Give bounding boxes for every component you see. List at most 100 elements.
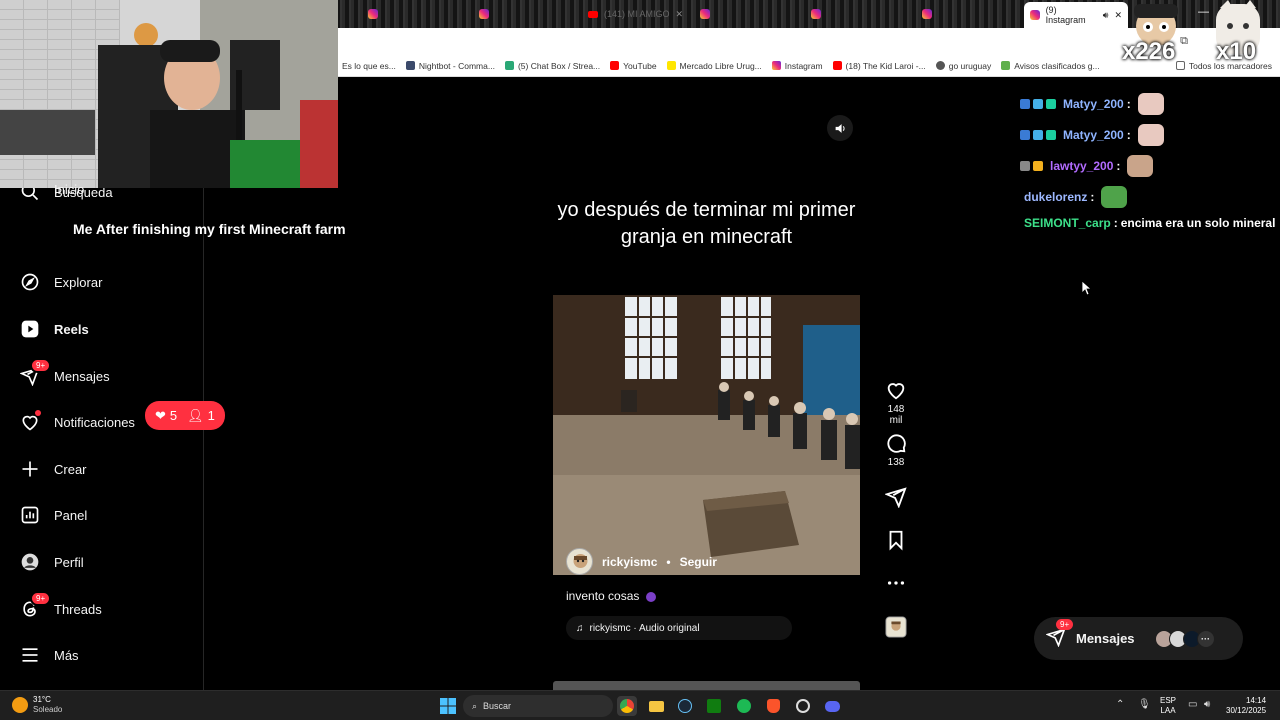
stream-chat-overlay: Matyy_200: Matyy_200: lawtyy_200: dukelo…: [1018, 88, 1280, 233]
close-icon[interactable]: ✕: [676, 9, 684, 20]
search-icon: ⌕: [472, 700, 478, 711]
streamelements-icon: [504, 61, 514, 70]
speaker-icon[interactable]: 🔊︎: [1103, 10, 1109, 21]
mouse-cursor-icon: [1082, 281, 1092, 296]
messages-label: Mensajes: [1076, 631, 1135, 646]
nav-perfil[interactable]: Perfil: [20, 552, 84, 572]
browser-tab[interactable]: [362, 4, 384, 24]
bookmark-icon: [889, 530, 903, 551]
nav-inicio[interactable]: Inicio: [20, 182, 84, 197]
chevron-up-icon[interactable]: ⌃: [1116, 699, 1124, 710]
globe-icon: [935, 61, 945, 70]
audio-thumbnail[interactable]: [880, 616, 912, 641]
brave-icon[interactable]: [763, 696, 783, 716]
instagram-icon: [700, 9, 710, 19]
messenger-icon: 9+: [1045, 619, 1074, 650]
obs-icon[interactable]: [793, 696, 813, 716]
badge-icon: [1033, 99, 1043, 109]
discord-icon[interactable]: [822, 696, 842, 716]
more-options-button[interactable]: [880, 572, 912, 597]
nav-panel[interactable]: Panel: [20, 505, 87, 525]
messages-badge: 9+: [1056, 619, 1074, 630]
webcam-feed: [0, 0, 338, 188]
reels-icon: [21, 320, 39, 338]
audio-track-pill[interactable]: ♫ rickyismc · Audio original: [566, 616, 792, 640]
bookmark[interactable]: Instagram: [771, 61, 823, 71]
reel-video-frame: [553, 295, 860, 577]
share-button[interactable]: [880, 486, 912, 511]
microphone-icon[interactable]: 🎙︎: [1138, 699, 1151, 710]
reel-author-row: rickyismc • Seguir: [566, 548, 717, 575]
nav-notificaciones[interactable]: Notificaciones: [20, 410, 135, 432]
sound-toggle-button[interactable]: [827, 115, 853, 141]
tab-label: (9) Instagram: [1045, 5, 1086, 25]
reel-overlay-text: yo después de terminar mi primer granja …: [557, 199, 856, 248]
xbox-icon[interactable]: [704, 696, 724, 716]
browser-tab[interactable]: [916, 4, 938, 24]
chrome-icon[interactable]: [617, 696, 637, 716]
nav-explorar[interactable]: Explorar: [20, 272, 102, 292]
cat-emote-icon: [1137, 124, 1164, 146]
weather-desc: Soleado: [33, 705, 63, 714]
speaker-icon: [835, 123, 845, 133]
menu-icon: [22, 648, 38, 662]
bookmark[interactable]: Es lo que es...: [342, 61, 396, 71]
save-button[interactable]: [880, 529, 912, 554]
mercadolibre-icon: [666, 61, 676, 70]
bookmark[interactable]: YouTube: [610, 61, 657, 71]
nav-threads[interactable]: 9+ Threads: [20, 591, 102, 619]
stream-caption: Me After finishing my first Minecraft fa…: [73, 221, 346, 237]
windows-taskbar: 31°C Soleado ⌕ Buscar ⌃ 🎙︎ ESP LAA ▭ 🔊︎ …: [0, 690, 1280, 720]
clock[interactable]: 14:14 30/12/2025: [1226, 696, 1266, 716]
author-username[interactable]: rickyismc: [602, 555, 657, 569]
threads-badge: 9+: [30, 591, 52, 606]
author-avatar[interactable]: [566, 548, 593, 575]
language-indicator[interactable]: ESP LAA: [1160, 696, 1176, 716]
network-icon[interactable]: ▭: [1188, 699, 1197, 710]
browser-tab-active[interactable]: (9) Instagram 🔊︎ ✕: [1024, 2, 1128, 28]
steam-icon[interactable]: [675, 696, 695, 716]
bookmark[interactable]: Nightbot - Comma...: [405, 61, 495, 71]
instagram-icon: [368, 9, 378, 19]
nav-reels[interactable]: Reels: [20, 319, 89, 339]
badge-icon: [1033, 130, 1043, 140]
messages-floating-bar[interactable]: 9+ Mensajes ···: [1034, 617, 1243, 660]
badge-icon: [1020, 161, 1030, 171]
nav-mensajes[interactable]: 9+ Mensajes: [20, 358, 110, 386]
taskbar-search[interactable]: ⌕ Buscar: [463, 695, 613, 717]
weather-widget[interactable]: 31°C Soleado: [12, 695, 62, 715]
volume-icon[interactable]: 🔊︎: [1204, 699, 1210, 710]
music-note-icon: ♫: [576, 622, 584, 634]
gift-count-right: x10: [1216, 38, 1257, 65]
youtube-icon: [832, 61, 842, 70]
browser-tab[interactable]: [805, 4, 827, 24]
notification-popup[interactable]: ❤ 5 👤︎ 1: [145, 401, 225, 430]
reel-player[interactable]: yo después de terminar mi primer granja …: [553, 107, 860, 654]
compass-icon: [21, 273, 39, 291]
bookmark[interactable]: Mercado Libre Urug...: [666, 61, 762, 71]
reel-video[interactable]: [553, 295, 860, 577]
windows-start-icon[interactable]: [438, 696, 458, 716]
browser-tab[interactable]: (141) MI AMIGO ✕: [582, 4, 689, 24]
chat-message: Matyy_200:: [1020, 124, 1164, 146]
bookmark[interactable]: (5) Chat Box / Strea...: [504, 61, 600, 71]
nightbot-icon: [405, 61, 415, 70]
comment-button[interactable]: 138: [880, 432, 912, 468]
webcam-overlay: [0, 0, 338, 188]
browser-tab[interactable]: [694, 4, 716, 24]
bookmark[interactable]: Avisos clasificados g...: [1001, 61, 1100, 71]
nav-mas[interactable]: Más: [20, 645, 79, 665]
bookmark[interactable]: (18) The Kid Laroi -...: [832, 61, 926, 71]
tab-label: (141) MI AMIGO: [604, 9, 670, 19]
like-button[interactable]: 148 mil: [880, 379, 912, 426]
instagram-icon: [771, 61, 781, 70]
bookmark[interactable]: go uruguay: [935, 61, 991, 71]
likes-count: 5: [169, 408, 178, 423]
file-explorer-icon[interactable]: [646, 696, 666, 716]
follow-button[interactable]: Seguir: [680, 555, 717, 569]
browser-tab[interactable]: [473, 4, 495, 24]
nav-crear[interactable]: Crear: [20, 459, 87, 479]
spotify-icon[interactable]: [734, 696, 754, 716]
heart-filled-icon: ❤: [155, 407, 166, 423]
audio-cover-icon: [885, 616, 907, 638]
